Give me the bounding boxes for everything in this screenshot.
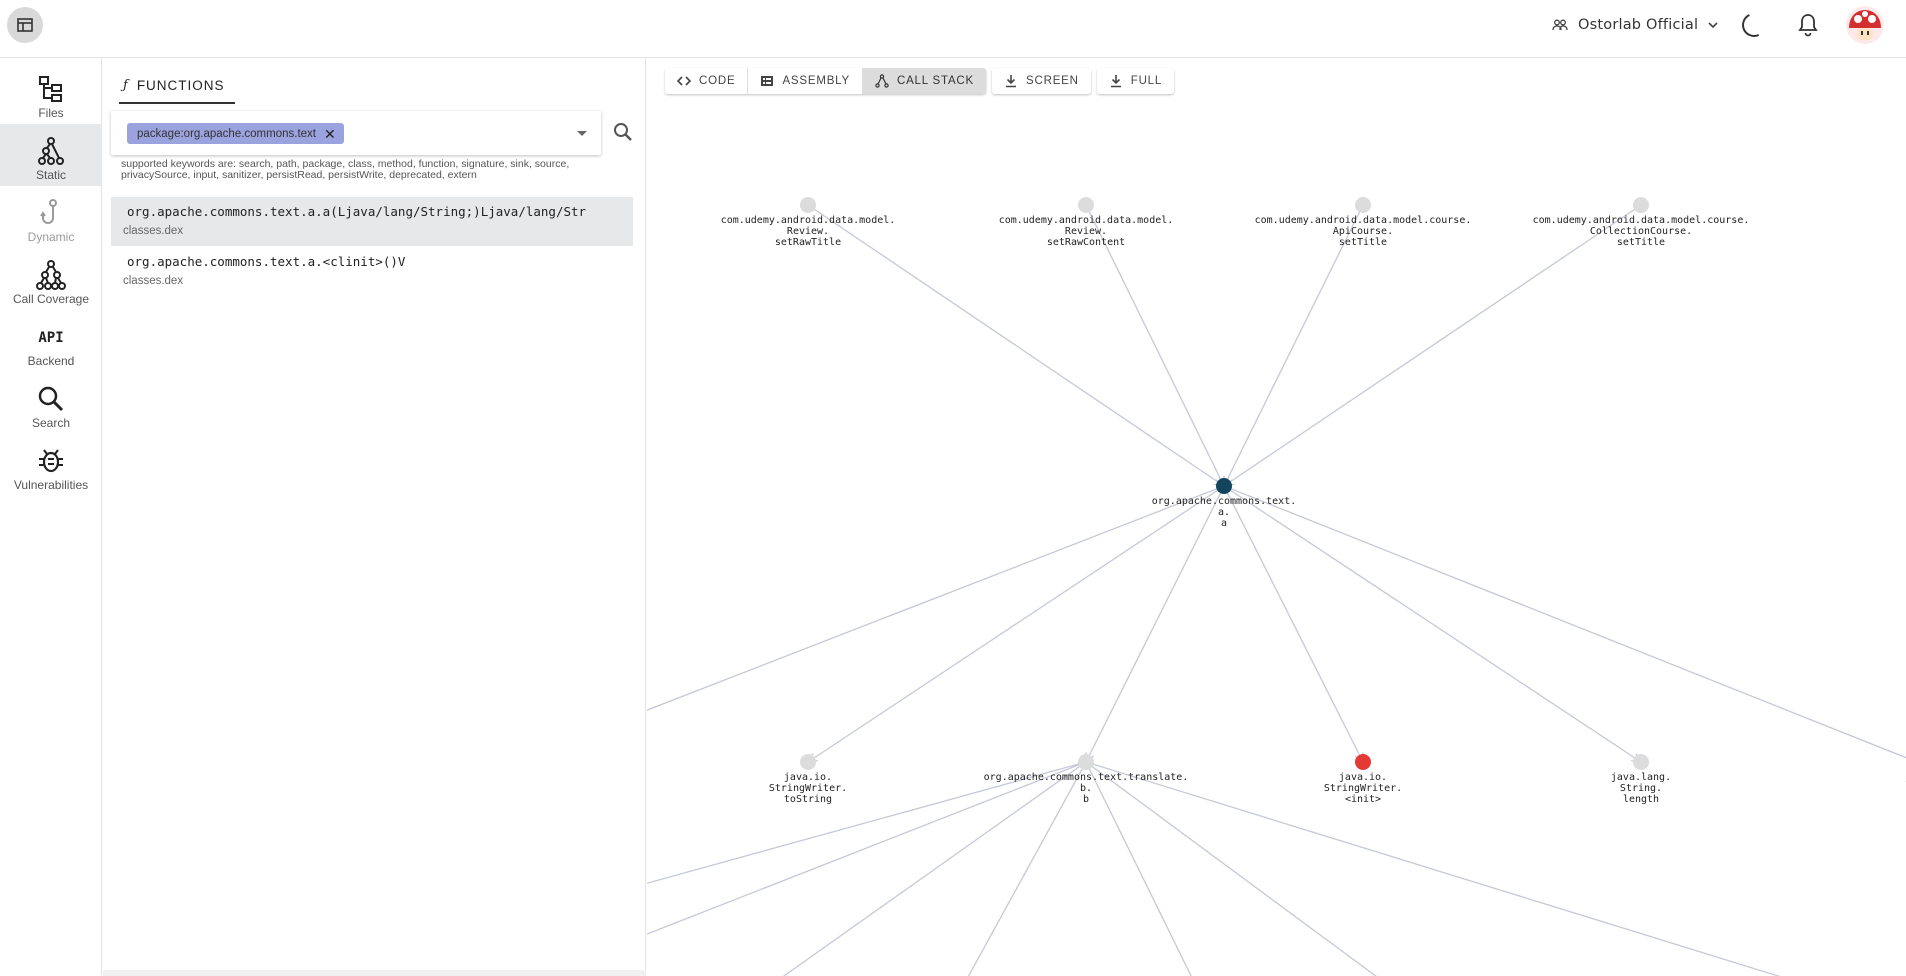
call-edge bbox=[647, 485, 1225, 711]
org-name: Ostorlab Official bbox=[1578, 17, 1699, 33]
node-label: length bbox=[1623, 794, 1659, 805]
node-label: b bbox=[1083, 794, 1089, 805]
function-result-item[interactable]: org.apache.commons.text.a.<clinit>()V cl… bbox=[111, 247, 633, 296]
call-graph-node bbox=[800, 197, 816, 213]
bug-icon bbox=[39, 449, 63, 473]
svg-text:API: API bbox=[38, 330, 63, 346]
nav-vulnerabilities[interactable]: Vulnerabilities bbox=[0, 434, 102, 496]
call-edge bbox=[1085, 761, 1781, 976]
hook-icon bbox=[40, 199, 57, 224]
function-filter-input[interactable]: package:org.apache.commons.text ✕ bbox=[111, 111, 601, 155]
function-result-item[interactable]: org.apache.commons.text.a.a(Ljava/lang/S… bbox=[111, 197, 633, 246]
keywords-hint: supported keywords are: search, path, pa… bbox=[121, 158, 570, 181]
call-graph-area[interactable]: CODE ASSEMBLY CALL STACK SCREEN FULL com… bbox=[647, 58, 1906, 976]
nav-call-coverage[interactable]: Call Coverage bbox=[0, 248, 102, 310]
call-graph-node bbox=[1078, 754, 1094, 770]
selected-function-node bbox=[1216, 478, 1232, 494]
node-label: java.lang. bbox=[1611, 772, 1671, 783]
node-label: CollectionCourse. bbox=[1590, 226, 1692, 237]
call-edge bbox=[1223, 485, 1641, 762]
node-label: Review. bbox=[787, 226, 829, 237]
node-label: ApiCourse. bbox=[1333, 226, 1393, 237]
panel-scroll-track bbox=[103, 970, 646, 976]
node-label: String. bbox=[1620, 783, 1662, 794]
call-edge bbox=[1223, 485, 1363, 762]
filter-chip[interactable]: package:org.apache.commons.text ✕ bbox=[127, 123, 344, 144]
node-label: com.udemy.android.data.model. bbox=[999, 215, 1174, 226]
nav-dynamic[interactable]: Dynamic bbox=[0, 186, 102, 248]
node-label: com.udemy.android.data.model.course. bbox=[1255, 215, 1472, 226]
function-signature: org.apache.commons.text.a.<clinit>()V bbox=[127, 254, 406, 269]
dashboard-icon[interactable] bbox=[7, 7, 43, 43]
tab-functions[interactable]: ƒ FUNCTIONS bbox=[119, 68, 235, 104]
node-label: b. bbox=[1080, 783, 1092, 794]
close-icon[interactable]: ✕ bbox=[324, 127, 336, 141]
nav-search[interactable]: Search bbox=[0, 372, 102, 434]
chevron-down-icon bbox=[1708, 22, 1718, 29]
node-label: org.apache.commons.text.translate. bbox=[984, 772, 1189, 783]
dropdown-arrow-icon[interactable] bbox=[577, 131, 587, 136]
node-label: java.io. bbox=[784, 772, 832, 783]
call-edge bbox=[1224, 204, 1642, 486]
group-icon bbox=[1552, 19, 1568, 31]
node-label: setTitle bbox=[1339, 237, 1387, 248]
org-selector[interactable]: Ostorlab Official bbox=[1552, 14, 1718, 36]
function-icon: ƒ bbox=[123, 77, 129, 93]
tab-label: FUNCTIONS bbox=[136, 77, 225, 93]
node-label: com.udemy.android.data.model. bbox=[721, 215, 896, 226]
node-label: com.udemy.android.data.model.course. bbox=[1533, 215, 1750, 226]
call-edge bbox=[967, 761, 1087, 976]
node-label: <init> bbox=[1345, 794, 1381, 805]
node-label: a bbox=[1221, 518, 1227, 529]
search-icon bbox=[38, 386, 64, 412]
call-graph-node bbox=[1633, 197, 1649, 213]
call-edge bbox=[647, 761, 1087, 935]
functions-panel: ƒ FUNCTIONS package:org.apache.commons.t… bbox=[103, 58, 646, 976]
function-file: classes.dex bbox=[123, 225, 184, 237]
function-signature: org.apache.commons.text.a.a(Ljava/lang/S… bbox=[127, 204, 587, 219]
static-graph-icon bbox=[38, 137, 64, 165]
node-label: StringWriter. bbox=[769, 783, 847, 794]
top-bar: Ostorlab Official bbox=[0, 0, 1906, 58]
left-nav: Files Static Dynamic Call Coverage API B… bbox=[0, 58, 102, 976]
nav-files[interactable]: Files bbox=[0, 62, 102, 124]
node-label: Review. bbox=[1065, 226, 1107, 237]
avatar[interactable] bbox=[1846, 6, 1884, 44]
node-label: setRawContent bbox=[1047, 237, 1125, 248]
bell-icon[interactable] bbox=[1796, 12, 1820, 38]
call-graph-node bbox=[1633, 754, 1649, 770]
call-graph-node bbox=[1078, 197, 1094, 213]
call-edge bbox=[1086, 485, 1225, 762]
api-icon: API bbox=[38, 330, 63, 346]
node-label: toString bbox=[784, 794, 832, 805]
call-graph-node bbox=[800, 754, 816, 770]
call-edge bbox=[1085, 761, 1192, 976]
files-icon bbox=[39, 76, 62, 102]
nav-static[interactable]: Static bbox=[0, 124, 102, 186]
node-label: StringWriter. bbox=[1324, 783, 1402, 794]
node-label: java.io. bbox=[1339, 772, 1387, 783]
filter-chip-label: package:org.apache.commons.text bbox=[137, 127, 316, 140]
call-graph-node bbox=[1355, 197, 1371, 213]
function-file: classes.dex bbox=[123, 275, 184, 287]
node-label: a. bbox=[1218, 507, 1230, 518]
search-icon[interactable] bbox=[611, 120, 635, 144]
nav-backend[interactable]: API Backend bbox=[0, 310, 102, 372]
node-label: org.apache.commons.text. bbox=[1152, 496, 1297, 507]
sink-node bbox=[1355, 754, 1371, 770]
spinner-icon bbox=[1738, 9, 1770, 41]
call-edge bbox=[1223, 485, 1906, 759]
call-edge bbox=[807, 204, 1224, 486]
node-label: setTitle bbox=[1617, 237, 1665, 248]
node-label: setRawTitle bbox=[775, 237, 841, 248]
call-graph-canvas[interactable]: com.udemy.android.data.model.Review.setR… bbox=[647, 58, 1906, 976]
tree-icon bbox=[36, 260, 66, 290]
